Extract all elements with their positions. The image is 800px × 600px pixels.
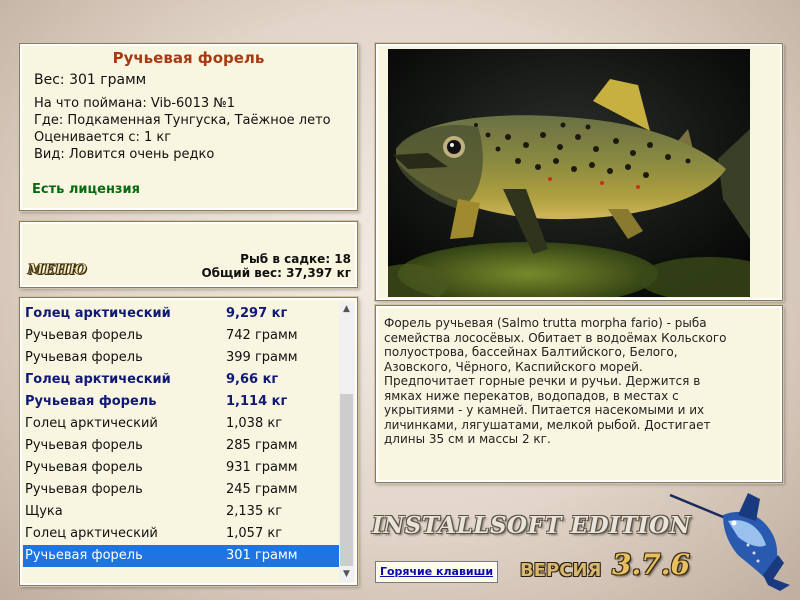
catch-fish-weight: 301 грамм [226,548,298,563]
catch-fish-name: Ручьевая форель [25,438,143,453]
stats-panel: МЕНЮ Рыб в садке: 18 Общий вес: 37,397 к… [19,221,358,288]
menu-button[interactable]: МЕНЮ [28,262,88,279]
scroll-down-arrow-icon[interactable]: ▼ [339,567,354,582]
catch-list-row[interactable]: Голец арктический 9,66 кг [23,369,340,391]
fish-info-panel: Ручьевая форель Вес: 301 грамм На что по… [19,43,358,211]
catch-list: Голец арктический 9,297 кг Ручьевая форель… [23,303,340,567]
bait-info: На что поймана: Vib-6013 №1 [34,96,236,111]
catch-fish-weight: 2,135 кг [226,504,283,519]
catch-list-row[interactable]: Голец арктический 1,057 кг [23,523,340,545]
catch-list-row[interactable]: Щука 2,135 кг [23,501,340,523]
valuation-info: Оценивается с: 1 кг [34,130,172,145]
edition-title: INSTALLSOFT EDITION [372,512,692,539]
catch-list-row[interactable]: Ручьевая форель 285 грамм [23,435,340,457]
fish-weight: Вес: 301 грамм [34,72,147,88]
catch-list-row[interactable]: Ручьевая форель 301 грамм [23,545,340,567]
catch-list-row[interactable]: Ручьевая форель 742 грамм [23,325,340,347]
catch-fish-name: Ручьевая форель [25,460,143,475]
rarity-info: Вид: Ловится очень редко [34,147,215,162]
catch-list-row[interactable]: Голец арктический 9,297 кг [23,303,340,325]
fish-description-panel: Форель ручьевая (Salmo trutta morpha far… [375,305,783,483]
catch-fish-weight: 399 грамм [226,350,298,365]
catch-fish-name: Ручьевая форель [25,350,143,365]
scroll-up-arrow-icon[interactable]: ▲ [339,302,354,317]
catch-fish-weight: 742 грамм [226,328,298,343]
fish-count: Рыб в садке: 18 [240,252,351,266]
catch-fish-name: Ручьевая форель [25,482,143,497]
catch-list-row[interactable]: Голец арктический 1,038 кг [23,413,340,435]
catch-fish-name: Голец арктический [25,416,158,431]
catch-fish-name: Голец арктический [25,372,171,387]
catch-fish-weight: 9,66 кг [226,372,279,387]
list-scrollbar[interactable]: ▲ ▼ [339,302,354,582]
catch-fish-weight: 1,038 кг [226,416,283,431]
catch-fish-weight: 1,114 кг [226,394,288,409]
marlin-logo [668,485,793,593]
catch-fish-name: Щука [25,504,63,519]
catch-fish-name: Ручьевая форель [25,394,157,409]
catch-fish-name: Голец арктический [25,526,158,541]
catch-list-row[interactable]: Ручьевая форель 245 грамм [23,479,340,501]
catch-fish-name: Ручьевая форель [25,548,143,563]
catch-list-row[interactable]: Ручьевая форель 399 грамм [23,347,340,369]
hotkeys-button[interactable]: Горячие клавиши [375,561,498,583]
catch-list-row[interactable]: Ручьевая форель 1,114 кг [23,391,340,413]
catch-fish-weight: 245 грамм [226,482,298,497]
stats-summary: Рыб в садке: 18 Общий вес: 37,397 кг [201,252,351,280]
version-label: ВЕРСИЯ [520,560,602,581]
catch-fish-weight: 1,057 кг [226,526,283,541]
catch-fish-weight: 285 грамм [226,438,298,453]
total-weight: Общий вес: 37,397 кг [201,266,351,280]
fish-description: Форель ручьевая (Salmo trutta morpha far… [384,316,727,446]
catch-fish-name: Ручьевая форель [25,328,143,343]
catch-fish-name: Голец арктический [25,306,171,321]
location-info: Где: Подкаменная Тунгуска, Таёжное лето [34,113,331,128]
license-status: Есть лицензия [32,182,140,197]
catch-fish-weight: 931 грамм [226,460,298,475]
fish-title: Ручьевая форель [112,49,265,67]
fish-photo-panel [375,43,783,301]
catch-list-row[interactable]: Ручьевая форель 931 грамм [23,457,340,479]
catch-fish-weight: 9,297 кг [226,306,288,321]
brown-trout-photo [388,49,750,297]
scrollbar-thumb[interactable] [340,394,353,566]
catch-list-panel: Голец арктический 9,297 кг Ручьевая форель… [19,297,358,586]
